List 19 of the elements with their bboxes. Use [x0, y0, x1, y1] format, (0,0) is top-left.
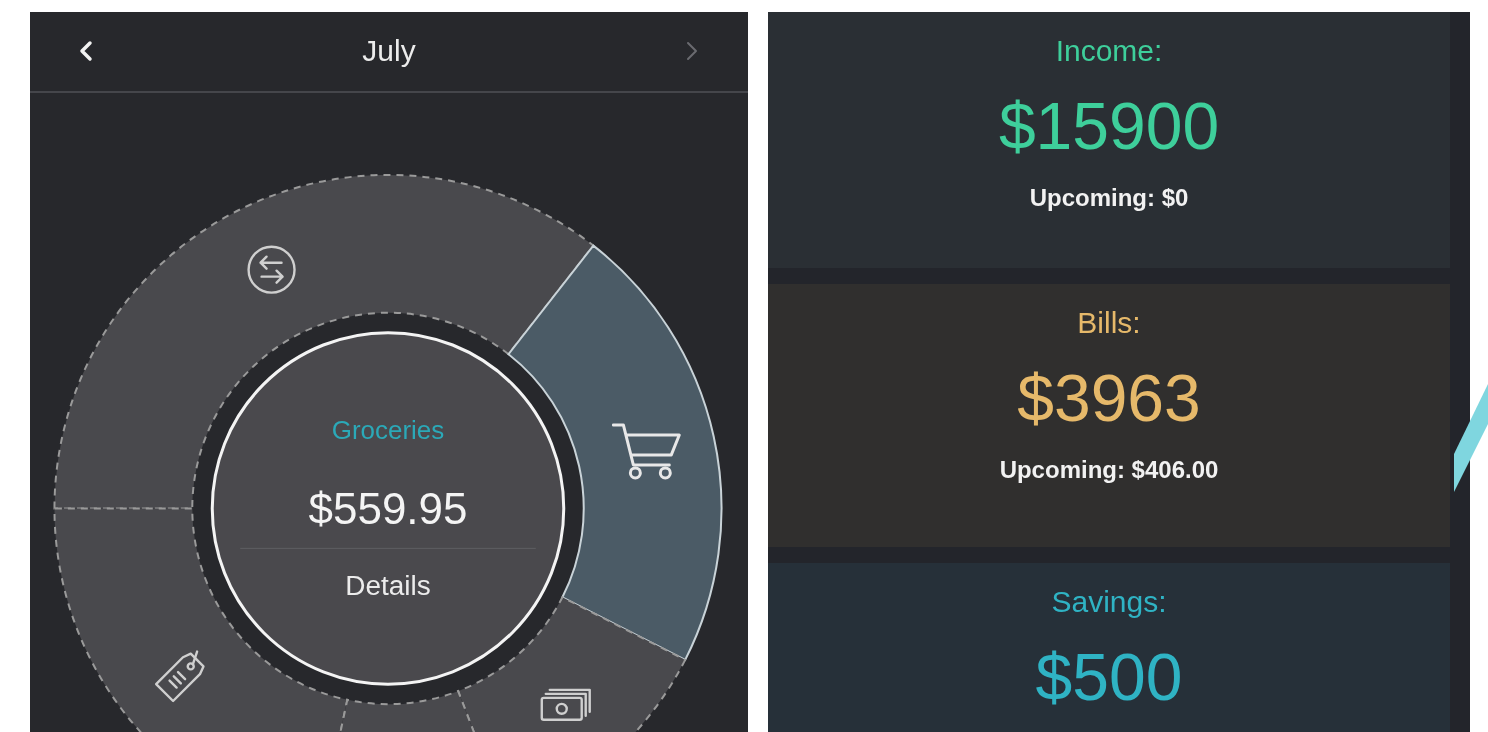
swap-arrows-icon: [247, 245, 296, 294]
price-tag-icon: [154, 650, 205, 703]
upcoming-amount: Upcoming: $406.00: [999, 456, 1219, 484]
center-button[interactable]: [210, 331, 566, 686]
card-amount: $15900: [998, 88, 1220, 164]
card-label: Income:: [1055, 34, 1163, 68]
category-segment[interactable]: [457, 596, 687, 732]
cart-icon: [611, 423, 681, 480]
card-amount: $3963: [1017, 360, 1201, 436]
cash-stack-icon: [540, 688, 591, 721]
category-name: Groceries: [331, 414, 445, 445]
upcoming-amount: Upcoming: $0: [1029, 184, 1189, 212]
card-label: Bills:: [1077, 306, 1141, 340]
category-segment[interactable]: [507, 244, 723, 661]
details-link[interactable]: Details: [345, 570, 431, 602]
month-title: July: [362, 34, 416, 69]
card-amount: $500: [1035, 639, 1183, 715]
category-amount: $559.95: [308, 484, 468, 534]
card-label: Savings:: [1051, 585, 1167, 619]
